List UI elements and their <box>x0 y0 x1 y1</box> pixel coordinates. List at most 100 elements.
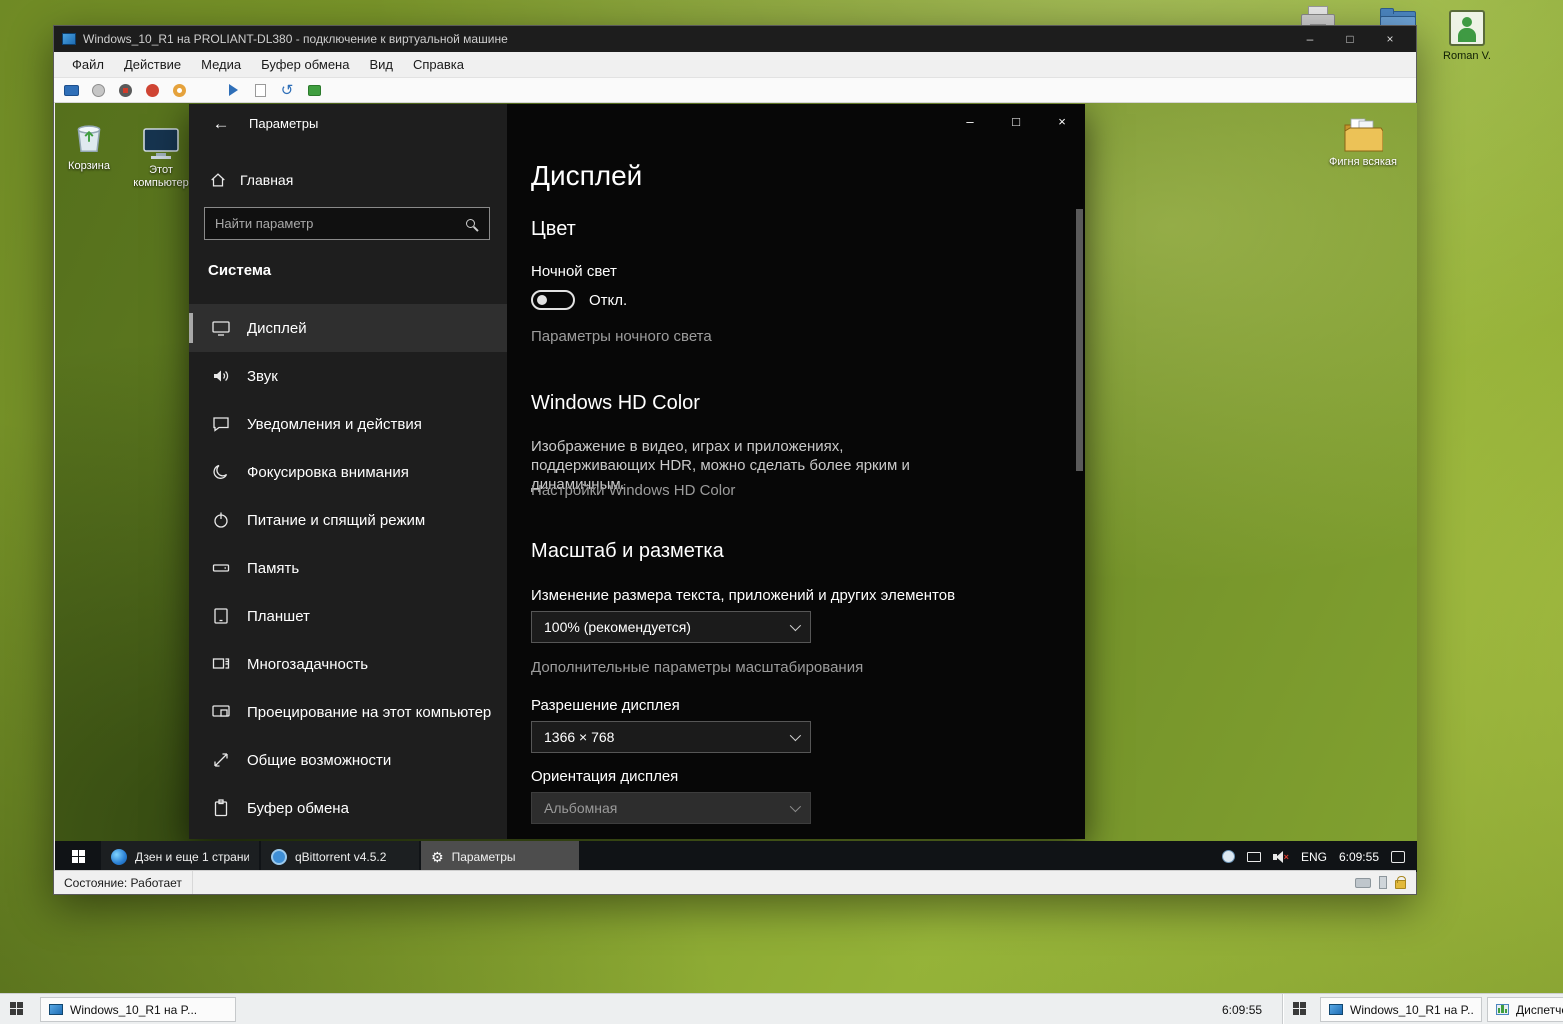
host-taskbar-item-vm-2[interactable]: Windows_10_R1 на P... <box>1320 997 1482 1022</box>
sidebar-item-power-sleep[interactable]: Питание и спящий режим <box>189 496 507 544</box>
sidebar-item-home[interactable]: Главная <box>209 168 293 192</box>
settings-maximize-button[interactable]: □ <box>993 106 1039 136</box>
sidebar-item-label: Уведомления и действия <box>247 416 422 433</box>
tray-display-icon[interactable] <box>1247 852 1261 862</box>
turn-off-button[interactable] <box>116 81 134 99</box>
hdr-settings-link[interactable]: Настройки Windows HD Color <box>531 482 735 499</box>
search-input[interactable] <box>205 216 466 231</box>
night-light-toggle[interactable] <box>531 290 575 310</box>
storage-icon <box>211 558 231 578</box>
sidebar-item-shared-experiences[interactable]: Общие возможности <box>189 736 507 784</box>
vm-menubar: Файл Действие Медиа Буфер обмена Вид Спр… <box>54 52 1416 78</box>
vm-close-button[interactable]: × <box>1370 26 1410 52</box>
taskbar-item-settings[interactable]: ⚙ Параметры <box>421 841 579 872</box>
keyboard-icon <box>64 85 79 96</box>
shared-experiences-icon <box>211 750 231 770</box>
host-start-button-2[interactable] <box>1293 1002 1306 1015</box>
back-button[interactable]: ← <box>207 112 235 136</box>
host-clock[interactable]: 6:09:55 <box>1222 1003 1262 1017</box>
advanced-scaling-link[interactable]: Дополнительные параметры масштабирования <box>531 659 863 676</box>
projecting-icon <box>211 702 231 722</box>
taskbar-item-browser[interactable]: Дзен и еще 1 страни... <box>101 841 259 872</box>
moon-icon <box>211 462 231 482</box>
shut-down-button[interactable] <box>143 81 161 99</box>
taskbar-item-qbittorrent[interactable]: qBittorrent v4.5.2 <box>261 841 419 872</box>
menu-help[interactable]: Справка <box>403 52 474 78</box>
host-taskbar-item-vm[interactable]: Windows_10_R1 на P... <box>40 997 236 1022</box>
settings-app-title: Параметры <box>249 116 318 131</box>
sidebar-item-display[interactable]: Дисплей <box>189 304 507 352</box>
ctrl-alt-del-button[interactable] <box>62 81 80 99</box>
display-icon <box>211 318 231 338</box>
save-state-button[interactable] <box>170 81 188 99</box>
this-pc-icon <box>141 127 181 161</box>
sidebar-item-label: Многозадачность <box>247 656 368 673</box>
settings-close-button[interactable]: × <box>1039 106 1085 136</box>
vm-connection-window: Windows_10_R1 на PROLIANT-DL380 - подклю… <box>53 25 1417 895</box>
sidebar-item-focus-assist[interactable]: Фокусировка внимания <box>189 448 507 496</box>
taskbar-divider <box>1283 994 1284 1024</box>
guest-desktop: Корзина Этот компьютер Фигня всякая <box>55 103 1417 872</box>
selection-accent-bar <box>189 313 193 343</box>
vm-status-text: Состояние: Работает <box>54 871 193 894</box>
sidebar-item-label: Планшет <box>247 608 310 625</box>
start-vm-button[interactable] <box>89 81 107 99</box>
host-start-button[interactable] <box>10 1002 23 1015</box>
menu-clipboard[interactable]: Буфер обмена <box>251 52 359 78</box>
vm-toolbar: ↺ <box>54 78 1416 103</box>
tray-app-icon[interactable] <box>1222 850 1235 863</box>
volume-muted-icon[interactable]: × <box>1273 851 1289 863</box>
desktop-icon-this-pc[interactable]: Этот компьютер <box>123 127 199 190</box>
enhanced-session-button[interactable] <box>305 81 323 99</box>
status-usb-icon <box>1379 876 1387 889</box>
start-button[interactable] <box>55 841 101 872</box>
sidebar-item-sound[interactable]: Звук <box>189 352 507 400</box>
sidebar-item-projecting[interactable]: Проецирование на этот компьютер <box>189 688 507 736</box>
orientation-dropdown[interactable]: Альбомная <box>531 792 811 824</box>
menu-action[interactable]: Действие <box>114 52 191 78</box>
sidebar-item-multitasking[interactable]: Многозадачность <box>189 640 507 688</box>
vm-titlebar[interactable]: Windows_10_R1 на PROLIANT-DL380 - подклю… <box>54 26 1416 52</box>
scale-dropdown[interactable]: 100% (рекомендуется) <box>531 611 811 643</box>
host-taskbar-item-task-manager[interactable]: Диспетчер <box>1487 997 1563 1022</box>
power-icon <box>211 510 231 530</box>
night-light-settings-link[interactable]: Параметры ночного света <box>531 328 712 345</box>
sidebar-home-label: Главная <box>240 172 293 188</box>
desktop-icon-recycle-bin[interactable]: Корзина <box>55 117 127 173</box>
desktop-icon-misc-folder[interactable]: Фигня всякая <box>1325 117 1401 169</box>
revert-arrow-icon: ↺ <box>281 83 294 98</box>
checkpoint-button[interactable] <box>251 81 269 99</box>
sidebar-item-label: Питание и спящий режим <box>247 512 425 529</box>
resolution-dropdown[interactable]: 1366 × 768 <box>531 721 811 753</box>
action-center-icon[interactable] <box>1391 851 1405 863</box>
language-indicator[interactable]: ENG <box>1301 850 1327 864</box>
enhanced-session-icon <box>308 85 321 96</box>
sidebar-item-storage[interactable]: Память <box>189 544 507 592</box>
revert-button[interactable]: ↺ <box>278 81 296 99</box>
vm-minimize-button[interactable]: – <box>1290 26 1330 52</box>
chevron-down-icon <box>790 730 801 741</box>
sidebar-item-label: Звук <box>247 368 278 385</box>
sidebar-item-notifications[interactable]: Уведомления и действия <box>189 400 507 448</box>
user-icon <box>1449 10 1485 46</box>
vm-maximize-button[interactable]: □ <box>1330 26 1370 52</box>
sidebar-item-label: Дисплей <box>247 320 307 337</box>
chevron-down-icon <box>790 620 801 631</box>
resume-button[interactable] <box>224 81 242 99</box>
browser-icon <box>111 849 127 865</box>
scrollbar-thumb[interactable] <box>1076 209 1083 471</box>
search-icon[interactable] <box>466 219 475 228</box>
clock[interactable]: 6:09:55 <box>1339 850 1379 864</box>
menu-media[interactable]: Медиа <box>191 52 251 78</box>
vm-app-icon <box>49 1004 63 1015</box>
desktop-icon-user[interactable]: Roman V. <box>1431 10 1503 62</box>
sidebar-item-label: Общие возможности <box>247 752 391 769</box>
host-desktop: Roman V. Windows_10_R1 на PROLIANT-DL380… <box>0 0 1563 1024</box>
sidebar-item-clipboard[interactable]: Буфер обмена <box>189 784 507 832</box>
settings-minimize-button[interactable]: – <box>947 106 993 136</box>
pause-button[interactable] <box>197 81 215 99</box>
menu-file[interactable]: Файл <box>62 52 114 78</box>
sidebar-item-tablet[interactable]: Планшет <box>189 592 507 640</box>
menu-view[interactable]: Вид <box>359 52 403 78</box>
tablet-icon <box>211 606 231 626</box>
